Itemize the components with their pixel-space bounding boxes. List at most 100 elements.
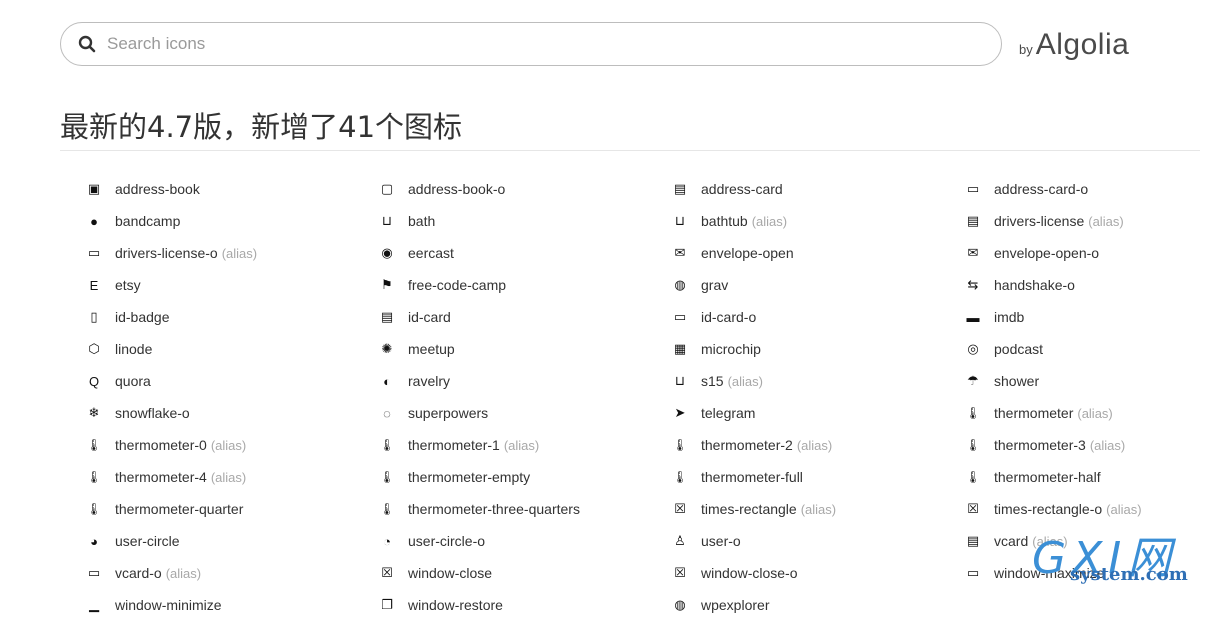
microchip-icon: ▦ bbox=[673, 341, 687, 356]
icon-list-item[interactable]: ⚑ free-code-camp bbox=[377, 269, 670, 301]
icon-name: id-badge bbox=[115, 309, 170, 325]
icon-list-item[interactable]: ☂ shower bbox=[963, 365, 1218, 397]
icon-list-item[interactable]: ▭ window-maximize bbox=[963, 557, 1218, 589]
icon-list-item[interactable]: ❐ window-restore bbox=[377, 589, 670, 621]
icon-name: user-circle bbox=[115, 533, 180, 549]
icon-list-item[interactable]: ▭ vcard-o (alias) bbox=[84, 557, 377, 589]
search-input[interactable] bbox=[105, 33, 909, 55]
icon-list-item[interactable]: Eetsy bbox=[84, 269, 377, 301]
user-outline-icon: ♙ bbox=[674, 533, 686, 548]
handshake-icon: ⇆ bbox=[967, 277, 979, 292]
icon-list-item[interactable]: ▦ microchip bbox=[670, 333, 963, 365]
alias-tag: (alias) bbox=[165, 565, 202, 581]
icon-list-item[interactable]: ◍ wpexplorer bbox=[670, 589, 963, 621]
thermometer-icon: 🌡 bbox=[965, 470, 981, 484]
icon-list-item[interactable]: ◐ ravelry bbox=[377, 365, 670, 397]
icon-name: vcard-o bbox=[115, 565, 162, 581]
icon-list-item[interactable]: ▭ drivers-license-o (alias) bbox=[84, 237, 377, 269]
icon-grid: ▣ address-book ▢ address-book-o ▤ address-car… bbox=[84, 173, 1218, 621]
icon-list-item[interactable]: ❄ snowflake-o bbox=[84, 397, 377, 429]
address-card-outline-icon: ▭ bbox=[966, 181, 980, 196]
icon-list-item[interactable]: ☒ times-rectangle (alias) bbox=[670, 493, 963, 525]
icon-list-item[interactable]: ▤ id-card bbox=[377, 301, 670, 333]
window-maximize-icon: ▭ bbox=[966, 565, 980, 580]
icon-name: grav bbox=[701, 277, 729, 293]
icon-list-item[interactable]: ✉ envelope-open-o bbox=[963, 237, 1218, 269]
icon-list-item[interactable]: 🌡 thermometer-three-quarters bbox=[377, 493, 670, 525]
quora-icon: Q bbox=[88, 373, 100, 389]
icon-list-item[interactable]: ☒ window-close bbox=[377, 557, 670, 589]
icon-list-item[interactable]: ➤ telegram bbox=[670, 397, 963, 429]
icon-list-item[interactable]: ◔ user-circle-o bbox=[377, 525, 670, 557]
icon-list-item[interactable]: ▭ address-card-o bbox=[963, 173, 1218, 205]
id-card-icon: ▤ bbox=[380, 309, 394, 324]
icon-list-item[interactable]: ◎ podcast bbox=[963, 333, 1218, 365]
icon-list-item[interactable]: ▁ window-minimize bbox=[84, 589, 377, 621]
thermometer-icon: 🌡 bbox=[379, 470, 395, 484]
icon-list-item[interactable]: ♙ user-o bbox=[670, 525, 963, 557]
icon-list-item[interactable]: ● bandcamp bbox=[84, 205, 377, 237]
alias-tag: (alias) bbox=[1077, 405, 1113, 421]
icon-name: drivers-license-o bbox=[115, 245, 218, 261]
icon-list-item[interactable]: Qquora bbox=[84, 365, 377, 397]
algolia-branding[interactable]: by Algolia bbox=[1019, 28, 1129, 62]
icon-list-item[interactable]: ⇆ handshake-o bbox=[963, 269, 1218, 301]
icon-list-item[interactable]: ⊔ bath bbox=[377, 205, 670, 237]
thermometer-icon: 🌡 bbox=[672, 470, 688, 484]
icon-name: wpexplorer bbox=[701, 597, 770, 613]
icon-name: drivers-license bbox=[994, 213, 1085, 229]
icon-list-item[interactable]: ▤ drivers-license (alias) bbox=[963, 205, 1218, 237]
icon-name: times-rectangle bbox=[701, 501, 797, 517]
id-card-outline-icon: ▭ bbox=[673, 309, 687, 324]
icon-name: envelope-open bbox=[701, 245, 794, 261]
branding-by-label: by bbox=[1019, 42, 1033, 57]
icon-list-item[interactable]: ▤ vcard (alias) bbox=[963, 525, 1218, 557]
icon-name: window-restore bbox=[408, 597, 503, 613]
icon-list-item[interactable]: ▯ id-badge bbox=[84, 301, 377, 333]
icon-list-item[interactable]: 🌡 thermometer-half bbox=[963, 461, 1218, 493]
icon-list-item[interactable]: ⊔ s15 (alias) bbox=[670, 365, 963, 397]
icon-list-item[interactable]: 🌡 thermometer-2 (alias) bbox=[670, 429, 963, 461]
icon-list-item[interactable]: 🌡 thermometer-empty bbox=[377, 461, 670, 493]
icon-name: quora bbox=[115, 373, 151, 389]
icon-list-item[interactable]: 🌡 thermometer-3 (alias) bbox=[963, 429, 1218, 461]
icon-name: times-rectangle-o bbox=[994, 501, 1103, 517]
window-minimize-icon: ▁ bbox=[89, 597, 99, 612]
bathtub-icon: ⊔ bbox=[674, 213, 686, 228]
icon-list-item[interactable]: ☒ times-rectangle-o (alias) bbox=[963, 493, 1218, 525]
icon-list-item[interactable]: ▬ imdb bbox=[963, 301, 1218, 333]
icon-list-item[interactable]: 🌡 thermometer-1 (alias) bbox=[377, 429, 670, 461]
icon-list-item[interactable]: ☒ window-close-o bbox=[670, 557, 963, 589]
icon-list-item[interactable]: ✺ meetup bbox=[377, 333, 670, 365]
icon-list-item[interactable]: ▢ address-book-o bbox=[377, 173, 670, 205]
thermometer-icon: 🌡 bbox=[379, 438, 395, 452]
icon-list-item[interactable]: ▭ id-card-o bbox=[670, 301, 963, 333]
icon-name: free-code-camp bbox=[408, 277, 507, 293]
podcast-icon: ◎ bbox=[967, 341, 979, 356]
user-circle-icon: ◕ bbox=[90, 533, 98, 549]
thermometer-icon: 🌡 bbox=[379, 502, 395, 516]
search-box[interactable] bbox=[60, 22, 1002, 66]
envelope-open-icon: ✉ bbox=[674, 245, 686, 260]
icon-list-item[interactable]: ◌ superpowers bbox=[377, 397, 670, 429]
icon-list-item[interactable]: ▤ address-card bbox=[670, 173, 963, 205]
icon-list-item[interactable]: ◉ eercast bbox=[377, 237, 670, 269]
alias-tag: (alias) bbox=[1088, 213, 1124, 229]
icon-list-item[interactable]: ⬡ linode bbox=[84, 333, 377, 365]
icon-name: address-book-o bbox=[408, 181, 506, 197]
thermometer-icon: 🌡 bbox=[965, 438, 981, 452]
icon-list-item[interactable]: 🌡 thermometer-quarter bbox=[84, 493, 377, 525]
icon-list-item[interactable]: ✉ envelope-open bbox=[670, 237, 963, 269]
alias-tag: (alias) bbox=[796, 437, 833, 453]
icon-list-item[interactable]: 🌡 thermometer-0 (alias) bbox=[84, 429, 377, 461]
etsy-icon: E bbox=[89, 277, 99, 293]
icon-list-item[interactable]: 🌡 thermometer-4 (alias) bbox=[84, 461, 377, 493]
icon-list-item[interactable]: ◕ user-circle bbox=[84, 525, 377, 557]
snowflake-icon: ❄ bbox=[88, 405, 100, 420]
alias-tag: (alias) bbox=[727, 373, 763, 389]
icon-list-item[interactable]: 🌡 thermometer (alias) bbox=[963, 397, 1218, 429]
icon-list-item[interactable]: ▣ address-book bbox=[84, 173, 377, 205]
icon-list-item[interactable]: 🌡 thermometer-full bbox=[670, 461, 963, 493]
icon-list-item[interactable]: ⊔ bathtub (alias) bbox=[670, 205, 963, 237]
icon-list-item[interactable]: ◍ grav bbox=[670, 269, 963, 301]
